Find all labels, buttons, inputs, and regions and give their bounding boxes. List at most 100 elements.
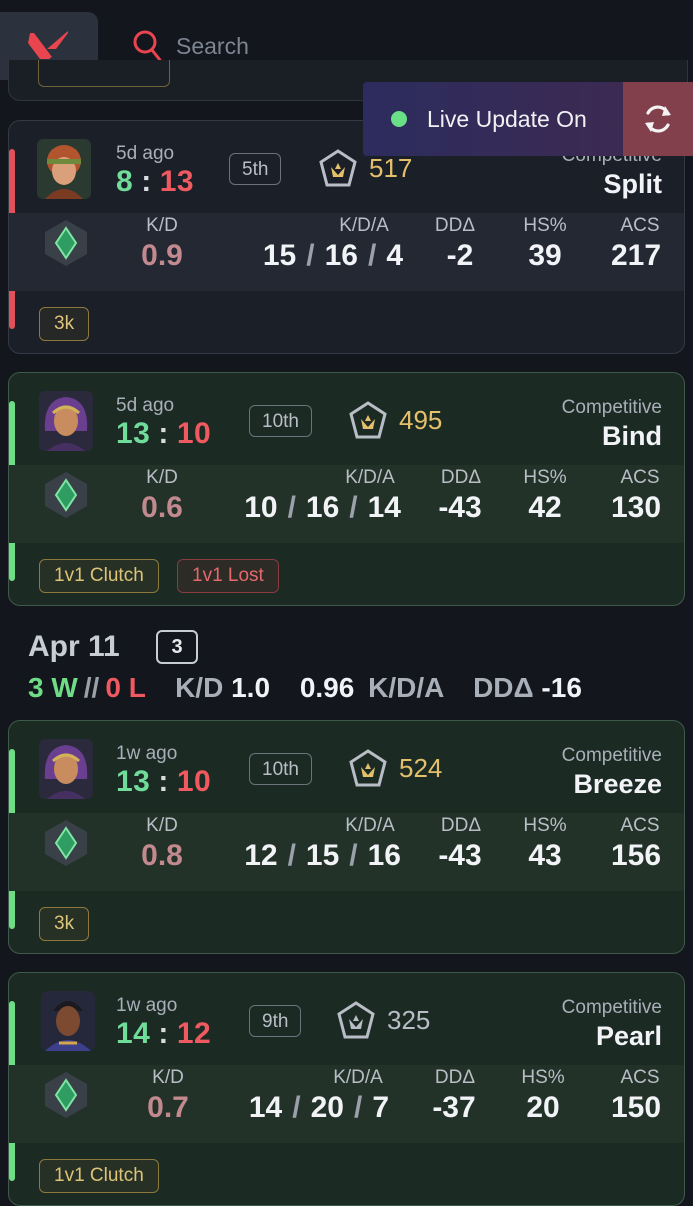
rank-icon bbox=[319, 149, 357, 187]
hs-value: 42 bbox=[528, 491, 562, 524]
rank-gem-icon bbox=[45, 472, 87, 518]
kd-value: 0.7 bbox=[147, 1091, 189, 1124]
dd-value: -43 bbox=[438, 839, 482, 872]
rank-gem-icon bbox=[45, 1072, 87, 1118]
kda-value: 12/15/16 bbox=[244, 839, 401, 872]
search-input[interactable]: Search bbox=[176, 33, 249, 60]
rounds-won: 14 bbox=[116, 1017, 151, 1050]
agent-avatar bbox=[37, 139, 91, 199]
rounds-won: 13 bbox=[116, 417, 151, 450]
match-time-ago: 5d ago bbox=[116, 395, 175, 416]
valorant-logo-icon bbox=[28, 31, 68, 59]
kd-label: K/D bbox=[146, 815, 178, 836]
match-time-ago: 5d ago bbox=[116, 143, 175, 164]
hs-value: 43 bbox=[528, 839, 562, 872]
hs-value: 39 bbox=[528, 239, 562, 272]
day-kda-label: K/D/A bbox=[368, 672, 444, 703]
dd-value: -2 bbox=[446, 239, 474, 272]
kd-value: 0.8 bbox=[141, 839, 183, 872]
kda-value: 15/16/4 bbox=[262, 239, 403, 272]
kd-label: K/D bbox=[152, 1067, 184, 1088]
live-update-status: Live Update On bbox=[363, 82, 623, 156]
highlight-badge: 3k bbox=[39, 907, 90, 941]
highlight-badge: 1v1 Clutch bbox=[39, 559, 159, 593]
rank-icon bbox=[337, 1001, 375, 1039]
rounds-lost: 10 bbox=[176, 417, 212, 450]
acs-label: ACS bbox=[620, 1067, 660, 1088]
rank-rating: 517 bbox=[369, 153, 413, 183]
kda-label: K/D/A bbox=[339, 215, 389, 236]
search-icon bbox=[133, 30, 162, 62]
match-card[interactable]: 1w ago 13:10 10th 524 Competitive Breeze… bbox=[8, 720, 685, 954]
acs-value: 156 bbox=[610, 839, 662, 872]
hs-label: HS% bbox=[523, 215, 567, 236]
highlight-badge: 3k bbox=[39, 307, 90, 341]
placement-badge: 5th bbox=[229, 153, 282, 185]
rounds-lost: 12 bbox=[176, 1017, 212, 1050]
highlight-badge: 1v1 Lost bbox=[177, 559, 279, 593]
kda-value: 14/20/7 bbox=[248, 1091, 389, 1124]
live-update-toast: Live Update On bbox=[363, 82, 693, 156]
rank-rating: 325 bbox=[387, 1005, 431, 1035]
kda-label: K/D/A bbox=[333, 1067, 383, 1088]
dd-label: DDΔ bbox=[440, 467, 482, 488]
match-score: 8:13 bbox=[116, 165, 195, 198]
acs-label: ACS bbox=[620, 815, 660, 836]
match-score: 14:12 bbox=[116, 1017, 212, 1050]
dd-value: -43 bbox=[438, 491, 482, 524]
rank-rating: 524 bbox=[399, 753, 443, 783]
dd-value: -37 bbox=[432, 1091, 476, 1124]
placement-badge: 9th bbox=[249, 1005, 302, 1037]
acs-label: ACS bbox=[620, 467, 660, 488]
kd-label: K/D bbox=[146, 215, 178, 236]
rounds-lost: 13 bbox=[159, 165, 195, 198]
map-name: Split bbox=[603, 169, 663, 199]
map-name: Breeze bbox=[573, 769, 662, 799]
match-score: 13:10 bbox=[116, 765, 212, 798]
day-dd-label: DDΔ bbox=[473, 672, 534, 703]
match-card[interactable]: 5d ago 13:10 10th 495 Competitive Bind K… bbox=[8, 372, 685, 606]
live-update-label: Live Update On bbox=[427, 105, 587, 132]
match-card[interactable]: 1w ago 14:12 9th 325 Competitive Pearl K… bbox=[8, 972, 685, 1206]
rank-icon bbox=[349, 749, 387, 787]
day-kda-value: 0.96 bbox=[299, 672, 355, 703]
match-time-ago: 1w ago bbox=[116, 995, 178, 1016]
refresh-button[interactable] bbox=[623, 82, 693, 156]
day-kd-value: 1.0 bbox=[231, 672, 271, 703]
dd-label: DDΔ bbox=[434, 1067, 476, 1088]
hs-label: HS% bbox=[521, 1067, 565, 1088]
rank-gem-icon bbox=[45, 220, 87, 266]
day-match-count: 3 bbox=[156, 630, 198, 664]
day-date: Apr 11 bbox=[28, 630, 120, 663]
game-mode: Competitive bbox=[561, 745, 662, 766]
acs-value: 150 bbox=[610, 1091, 662, 1124]
rounds-lost: 10 bbox=[176, 765, 212, 798]
rank-gem-icon bbox=[45, 820, 87, 866]
hs-label: HS% bbox=[523, 815, 567, 836]
map-name: Bind bbox=[602, 421, 662, 451]
match-score: 13:10 bbox=[116, 417, 212, 450]
placement-badge: 10th bbox=[249, 753, 312, 785]
day-wins: 3 W bbox=[28, 672, 78, 703]
agent-avatar bbox=[39, 391, 93, 451]
kd-value: 0.6 bbox=[141, 491, 183, 524]
rounds-won: 13 bbox=[116, 765, 151, 798]
rank-icon bbox=[349, 401, 387, 439]
kda-label: K/D/A bbox=[345, 467, 395, 488]
acs-value: 217 bbox=[610, 239, 662, 272]
game-mode: Competitive bbox=[561, 397, 662, 418]
match-time-ago: 1w ago bbox=[116, 743, 178, 764]
highlight-badge: 1v1 Clutch bbox=[39, 1159, 159, 1193]
rounds-won: 8 bbox=[116, 165, 134, 198]
map-name: Pearl bbox=[595, 1021, 662, 1051]
dd-label: DDΔ bbox=[434, 215, 476, 236]
day-dd-value: -16 bbox=[541, 672, 582, 703]
agent-avatar bbox=[41, 991, 95, 1051]
live-status-dot bbox=[391, 111, 407, 127]
agent-avatar bbox=[39, 739, 93, 799]
previous-match-badge bbox=[38, 60, 170, 87]
hs-label: HS% bbox=[523, 467, 567, 488]
day-kd-label: K/D bbox=[175, 672, 224, 703]
acs-label: ACS bbox=[620, 215, 660, 236]
placement-badge: 10th bbox=[249, 405, 312, 437]
